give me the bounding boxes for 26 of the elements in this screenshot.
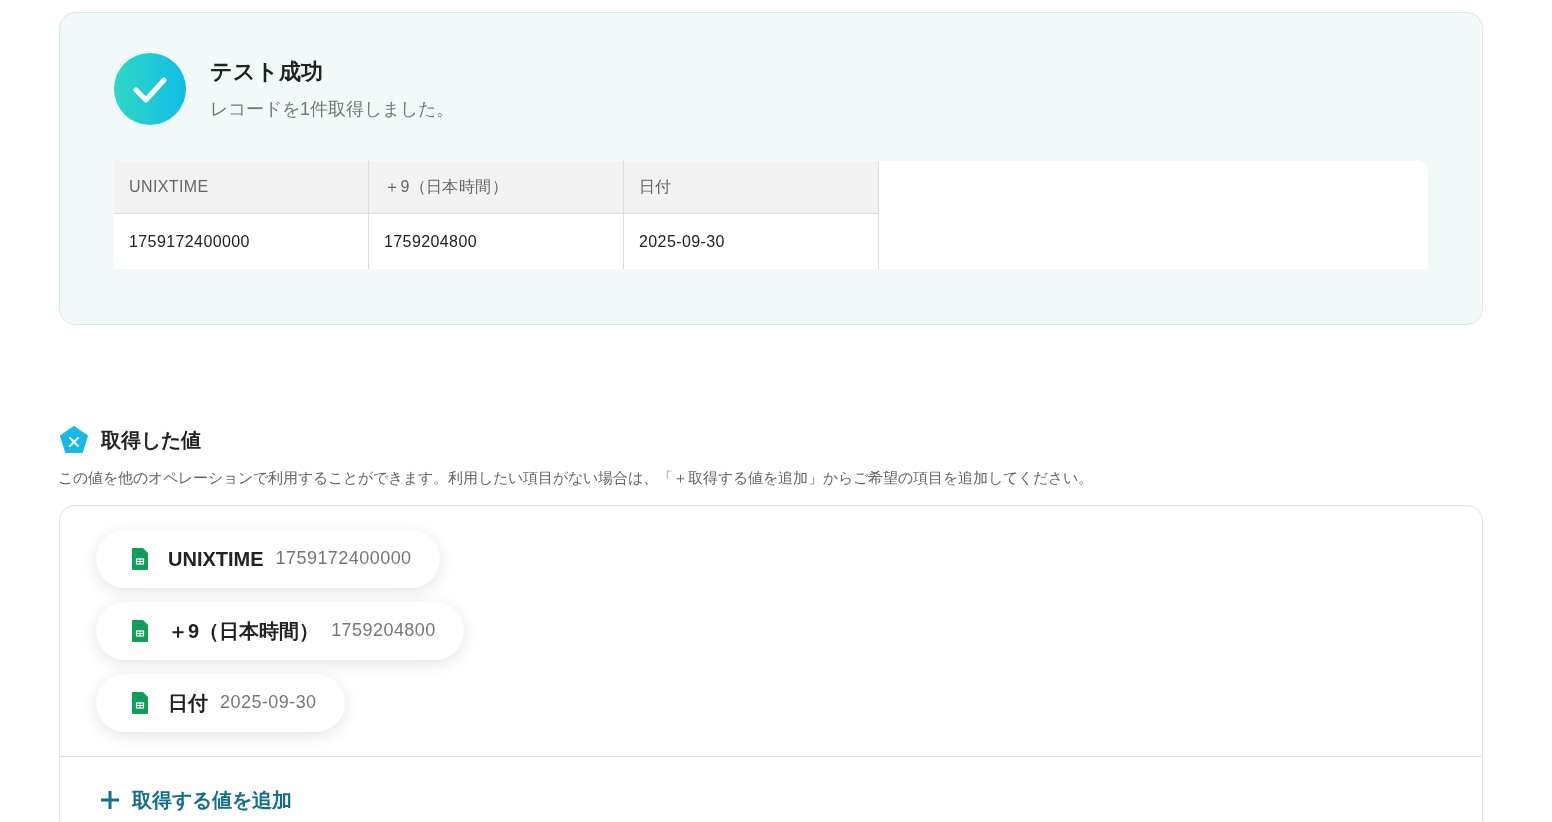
value-chip[interactable]: 日付 2025-09-30: [96, 673, 345, 732]
check-icon: [114, 53, 186, 125]
spreadsheet-icon: [132, 691, 148, 714]
value-name: UNIXTIME: [168, 546, 264, 572]
value-name: ＋9（日本時間）: [168, 618, 320, 644]
column-header: 日付: [624, 161, 879, 214]
table-cell: 1759204800: [369, 214, 624, 269]
column-header: ＋9（日本時間）: [369, 161, 624, 214]
value-name: 日付: [168, 690, 208, 716]
plus-icon: [100, 789, 120, 810]
variable-icon: [59, 426, 89, 454]
section-description: この値を他のオペレーションで利用することができます。利用したい項目がない場合は、「＋取得する値を追加」からご希望の項目を追加してください。: [58, 468, 1094, 488]
success-title: テスト成功: [210, 58, 324, 86]
spreadsheet-icon: [132, 547, 148, 570]
value-text: 1759172400000: [275, 547, 412, 570]
value-text: 1759204800: [331, 619, 436, 642]
add-value-button[interactable]: 取得する値を追加: [100, 784, 292, 815]
table-cell: 2025-09-30: [624, 214, 879, 269]
value-chip[interactable]: UNIXTIME 1759172400000: [96, 529, 440, 588]
column-header: UNIXTIME: [114, 161, 369, 214]
value-chip[interactable]: ＋9（日本時間） 1759204800: [96, 601, 464, 660]
spreadsheet-icon: [132, 619, 148, 642]
success-message: レコードを1件取得しました。: [210, 98, 454, 121]
table-cell: 1759172400000: [114, 214, 369, 269]
value-text: 2025-09-30: [220, 691, 317, 714]
section-title: 取得した値: [101, 428, 201, 453]
